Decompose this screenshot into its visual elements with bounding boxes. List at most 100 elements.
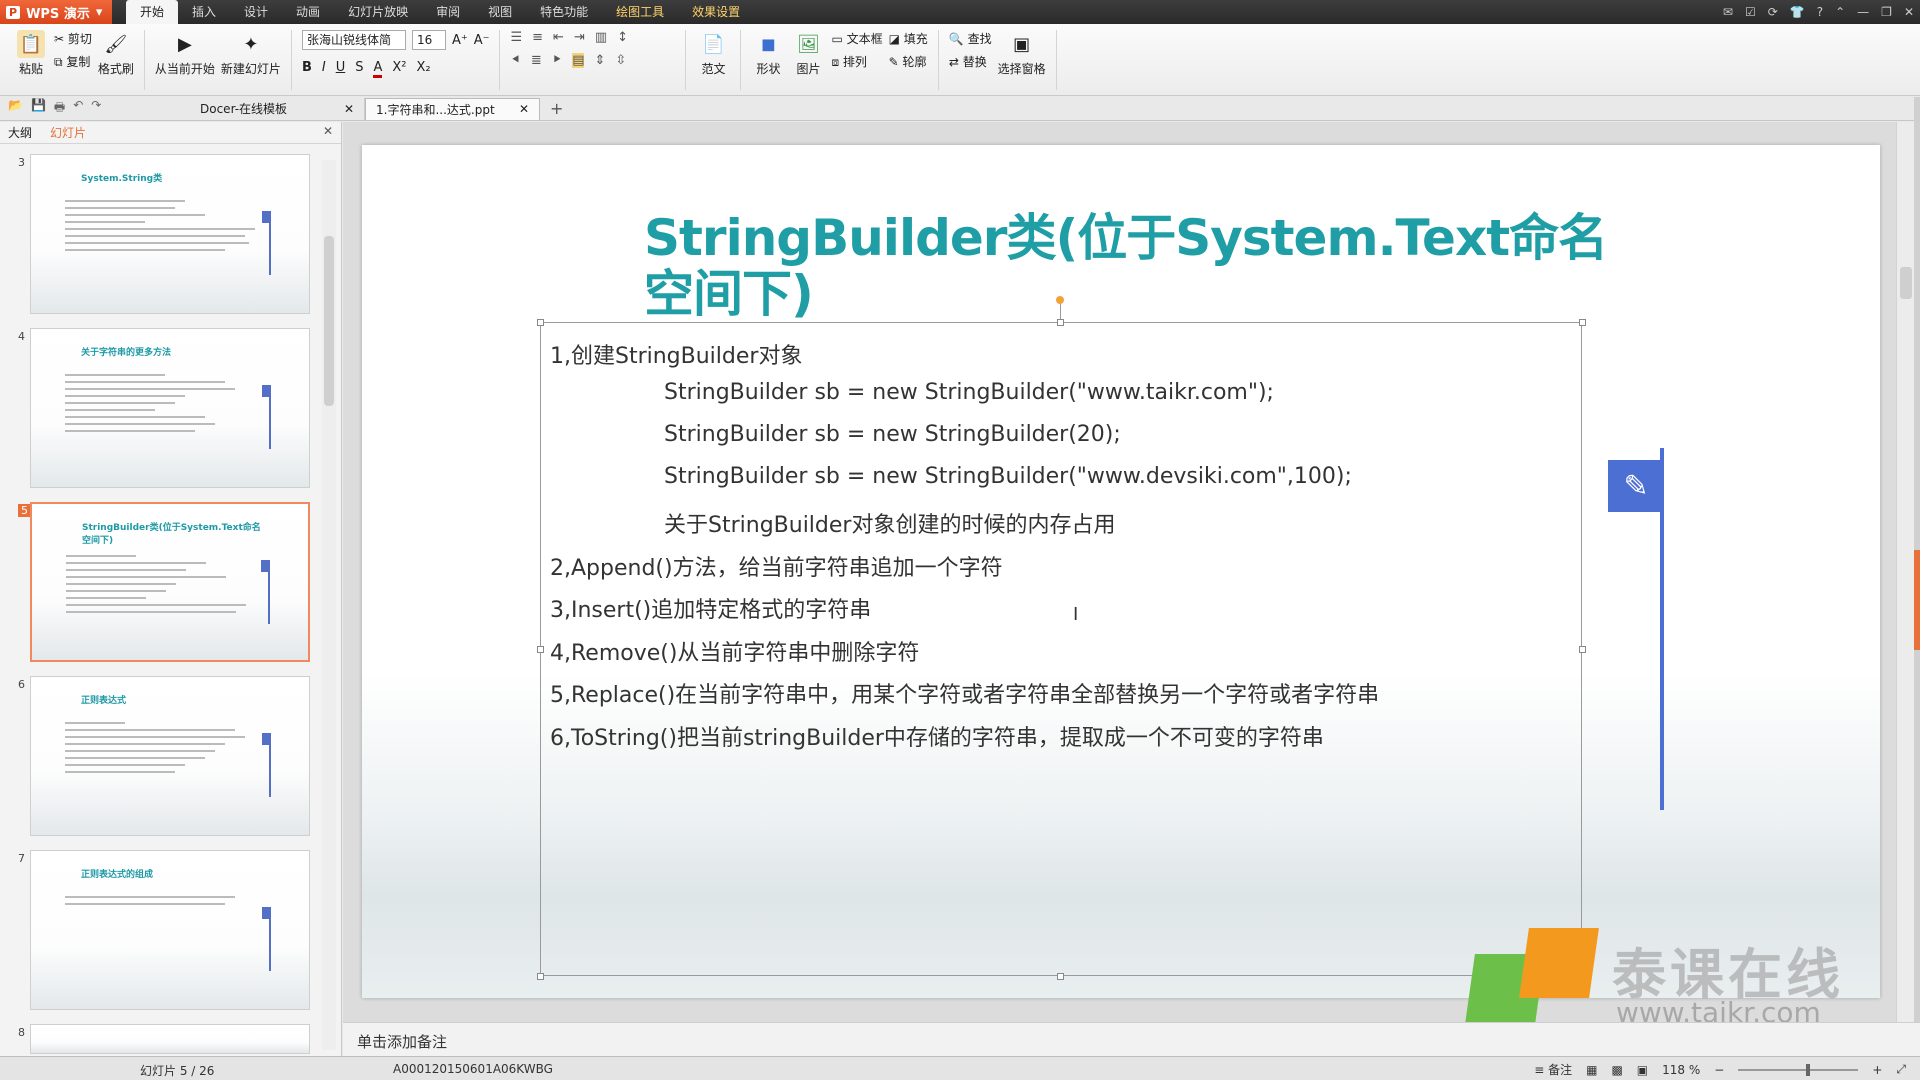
shrink-font-icon[interactable]: A⁻	[474, 33, 490, 48]
bold-button[interactable]: B	[302, 60, 312, 78]
paste-button[interactable]: 📋 粘贴	[14, 30, 48, 77]
scrollbar-thumb[interactable]	[1900, 267, 1912, 299]
thumbnail-slide[interactable]: 3 System.String类	[10, 154, 310, 316]
normal-view-icon[interactable]: ▦	[1586, 1063, 1597, 1077]
wps-app-button[interactable]: P WPS 演示 ▾	[0, 0, 112, 24]
tab-slides[interactable]: 幻灯片	[50, 124, 86, 141]
cut-button[interactable]: ✂ 剪切	[54, 30, 92, 47]
resize-handle[interactable]	[1057, 973, 1064, 980]
decrease-indent-icon[interactable]: ⇤	[553, 30, 564, 45]
minimize-icon[interactable]: —	[1857, 5, 1869, 19]
copy-button[interactable]: ⧉ 复制	[54, 53, 92, 70]
menu-design[interactable]: 设计	[230, 0, 282, 24]
tab-outline[interactable]: 大纲	[8, 124, 32, 141]
columns-icon[interactable]: ▥	[595, 30, 607, 45]
textbox-button[interactable]: ▭ 文本框	[831, 30, 882, 47]
grow-font-icon[interactable]: A⁺	[452, 33, 468, 48]
resize-handle[interactable]	[537, 319, 544, 326]
shape-button[interactable]: ◼ 形状	[751, 30, 785, 77]
notes-button[interactable]: ≡ 备注	[1534, 1061, 1572, 1078]
replace-button[interactable]: ⇄ 替换	[949, 53, 992, 70]
find-button[interactable]: 🔍 查找	[949, 30, 992, 47]
fill-button[interactable]: ◪ 填充	[889, 30, 928, 47]
menu-effect-settings[interactable]: 效果设置	[678, 0, 754, 24]
template-button[interactable]: 📄 范文	[696, 30, 730, 77]
check-icon[interactable]: ☑	[1745, 5, 1756, 19]
arrange-button[interactable]: ⧈ 排列	[831, 53, 882, 70]
fit-window-icon[interactable]: ⤢	[1896, 1062, 1906, 1077]
menu-features[interactable]: 特色功能	[526, 0, 602, 24]
justify-icon[interactable]: ▤	[572, 53, 585, 68]
font-name-select[interactable]: 张海山锐线体简	[301, 30, 406, 50]
resize-handle[interactable]	[1057, 319, 1064, 326]
reading-view-icon[interactable]: ▣	[1637, 1063, 1648, 1077]
picture-button[interactable]: 🖼 图片	[791, 30, 825, 77]
zoom-slider[interactable]	[1738, 1063, 1859, 1076]
numbering-icon[interactable]: ≡	[532, 30, 543, 45]
close-icon[interactable]: ✕	[1904, 5, 1914, 19]
mail-icon[interactable]: ✉	[1723, 5, 1733, 19]
align-right-icon[interactable]: ⯈	[552, 53, 562, 68]
menu-insert[interactable]: 插入	[178, 0, 230, 24]
menu-animation[interactable]: 动画	[282, 0, 334, 24]
underline-button[interactable]: U	[336, 60, 346, 78]
save-icon[interactable]: 💾	[31, 98, 46, 119]
thumbnail-slide[interactable]: 4 关于字符串的更多方法	[10, 328, 310, 490]
menu-slideshow[interactable]: 幻灯片放映	[334, 0, 422, 24]
editor-scrollbar[interactable]	[1896, 122, 1914, 1022]
new-tab-icon[interactable]: +	[550, 99, 563, 118]
format-painter-button[interactable]: 🖌 格式刷	[98, 30, 134, 77]
from-current-button[interactable]: ▶ 从当前开始	[155, 30, 215, 77]
font-color-button[interactable]: A	[373, 60, 383, 78]
zoom-out-icon[interactable]: −	[1714, 1063, 1724, 1077]
thumbnail-slide[interactable]: 7 正则表达式的组成	[10, 850, 310, 1012]
align-left-icon[interactable]: ⯇	[510, 53, 520, 68]
thumbnail-slide[interactable]: 6 正则表达式	[10, 676, 310, 838]
para-spacing-icon[interactable]: ⇳	[615, 53, 626, 68]
close-tab-icon[interactable]: ✕	[344, 102, 354, 116]
close-tab-icon[interactable]: ✕	[519, 102, 529, 116]
tab-current-ppt[interactable]: 1.字符串和...达式.ppt ✕	[365, 97, 540, 120]
resize-handle[interactable]	[1579, 646, 1586, 653]
line-spacing-icon[interactable]: ⇕	[594, 53, 605, 68]
selection-pane-button[interactable]: ▣ 选择窗格	[998, 30, 1046, 77]
open-icon[interactable]: 📂	[8, 98, 23, 119]
zoom-in-icon[interactable]: +	[1872, 1063, 1882, 1077]
resize-handle[interactable]	[537, 646, 544, 653]
print-icon[interactable]: 🖶	[54, 98, 65, 119]
restore-icon[interactable]: ❐	[1881, 5, 1892, 19]
outline-button[interactable]: ✎ 轮廓	[889, 53, 928, 70]
align-center-icon[interactable]: ≣	[531, 53, 542, 68]
collapse-ribbon-icon[interactable]: ⌃	[1835, 5, 1845, 19]
resize-handle[interactable]	[1579, 319, 1586, 326]
close-pane-icon[interactable]: ✕	[323, 124, 333, 138]
text-direction-icon[interactable]: ↕	[617, 30, 628, 45]
new-slide-button[interactable]: ✦ 新建幻灯片	[221, 30, 281, 77]
tab-docer[interactable]: Docer-在线模板 ✕	[190, 97, 365, 120]
notes-area[interactable]: 单击添加备注	[343, 1022, 1920, 1056]
scrollbar-thumb[interactable]	[324, 236, 334, 406]
thumbnail-slide-selected[interactable]: 5 StringBuilder类(位于System.Text命名空间下)	[10, 502, 310, 664]
sync-icon[interactable]: ⟳	[1768, 5, 1778, 19]
shadow-button[interactable]: S	[355, 60, 363, 78]
thumbnail-scrollbar[interactable]	[322, 160, 336, 1050]
increase-indent-icon[interactable]: ⇥	[574, 30, 585, 45]
redo-icon[interactable]: ↷	[91, 98, 101, 119]
menu-home[interactable]: 开始	[126, 0, 179, 24]
subscript-button[interactable]: X₂	[417, 60, 431, 78]
menu-drawing-tools[interactable]: 绘图工具	[602, 0, 678, 24]
undo-icon[interactable]: ↶	[73, 98, 83, 119]
rotation-handle[interactable]	[1056, 296, 1064, 304]
menu-view[interactable]: 视图	[474, 0, 526, 24]
bullets-icon[interactable]: ☰	[510, 30, 522, 45]
sorter-view-icon[interactable]: ▩	[1611, 1063, 1622, 1077]
resize-handle[interactable]	[537, 973, 544, 980]
menu-review[interactable]: 审阅	[422, 0, 474, 24]
help-icon[interactable]: ?	[1817, 5, 1823, 19]
skin-icon[interactable]: 👕	[1790, 5, 1805, 19]
superscript-button[interactable]: X²	[392, 60, 406, 78]
thumbnail-slide[interactable]: 8	[10, 1024, 310, 1054]
font-size-select[interactable]: 16	[411, 30, 446, 50]
side-panel-tab[interactable]	[1914, 550, 1920, 650]
slide-title[interactable]: StringBuilder类(位于System.Text命名空间下)	[644, 210, 1614, 322]
